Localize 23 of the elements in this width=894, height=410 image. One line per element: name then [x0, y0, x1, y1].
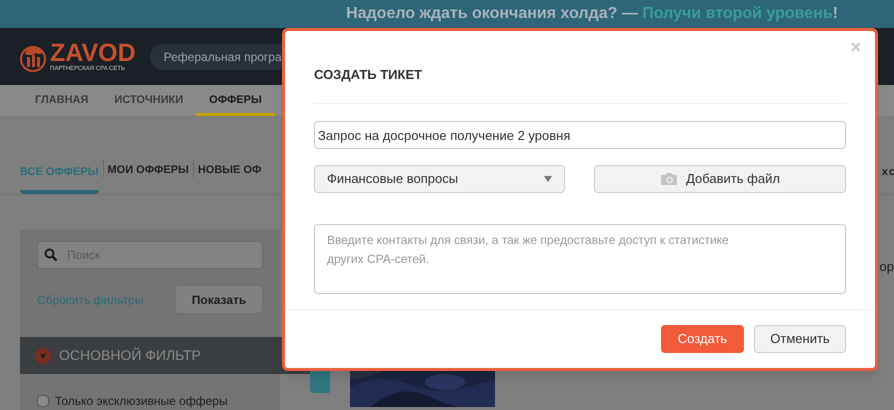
- create-button[interactable]: Создать: [661, 325, 744, 353]
- checkbox[interactable]: [37, 395, 49, 407]
- offer-tab[interactable]: НОВЫЕ ОФ: [198, 162, 262, 192]
- offer-tab[interactable]: МОИ ОФФЕРЫ: [108, 162, 189, 192]
- message-field[interactable]: Введите контакты для связи, а так же предоставьте доступ к статистике других CPA-сетей.: [314, 224, 846, 294]
- nav-tab[interactable]: ИСТОЧНИКИ: [101, 85, 196, 116]
- checkbox-label: Только эксклюзивные офферы: [55, 393, 228, 410]
- subject-field[interactable]: Запрос на досрочное получение 2 уровня: [314, 121, 846, 149]
- banner-link[interactable]: Получи второй уровень: [642, 5, 833, 22]
- category-select[interactable]: Финансовые вопросы: [314, 165, 565, 193]
- dropdown-caret-icon: [544, 176, 552, 182]
- side-text: ор: [880, 258, 894, 276]
- offer-tab-overflow: х с: [882, 164, 894, 180]
- search-icon: [44, 248, 58, 262]
- cancel-button[interactable]: Отменить: [754, 325, 846, 353]
- add-file-button[interactable]: Добавить файл: [594, 165, 846, 193]
- filter-section-title: ОСНОВНОЙ ФИЛЬТР: [59, 346, 201, 365]
- logo-text: ZAVOD: [50, 41, 136, 66]
- nav-tab[interactable]: ОФФЕРЫ: [196, 85, 275, 116]
- camera-icon: [660, 172, 678, 186]
- banner-text: Надоело ждать окончания холда? — Получи второй уровень!: [346, 4, 838, 24]
- nav-tab[interactable]: ГЛАВНАЯ: [22, 85, 102, 116]
- show-button[interactable]: Показать: [175, 285, 263, 314]
